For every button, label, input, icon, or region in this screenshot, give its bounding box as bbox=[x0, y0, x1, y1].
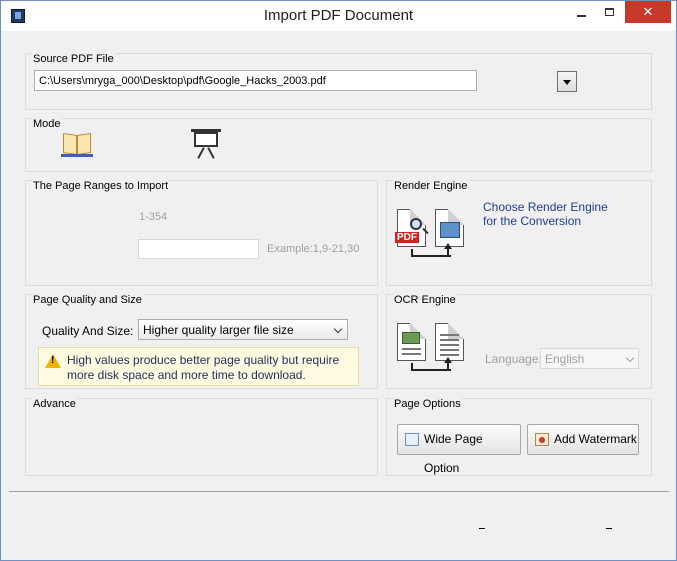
book-icon[interactable] bbox=[61, 132, 93, 158]
footer-mark-right bbox=[606, 528, 612, 529]
pdf-document-icon[interactable]: PDF bbox=[395, 209, 426, 247]
choose-render-engine-link[interactable]: Choose Render Engine for the Conversion bbox=[483, 200, 608, 228]
page-options-title: Page Options bbox=[393, 398, 462, 410]
maximize-button[interactable] bbox=[596, 1, 622, 23]
page-quality-group: Page Quality and Size Quality And Size: … bbox=[25, 294, 378, 389]
ocr-image-document-icon[interactable] bbox=[397, 323, 426, 361]
page-icon bbox=[405, 433, 419, 446]
source-dropdown-button[interactable] bbox=[557, 71, 577, 92]
render-engine-group: Render Engine PDF Choose Render Engine f… bbox=[386, 180, 652, 286]
pdf-tag: PDF bbox=[395, 232, 419, 243]
mode-group: Mode bbox=[25, 118, 652, 172]
warning-text: High values produce better page quality … bbox=[67, 353, 340, 382]
advance-group: Advance bbox=[25, 398, 378, 476]
title-bar[interactable]: Import PDF Document ✕ bbox=[1, 1, 676, 31]
ocr-text-document-icon[interactable] bbox=[435, 323, 464, 361]
footer-mark-left bbox=[479, 528, 485, 529]
source-path-input[interactable] bbox=[34, 70, 477, 91]
quality-select[interactable]: Higher quality larger file size bbox=[138, 319, 348, 340]
quality-label: Quality And Size: bbox=[42, 324, 134, 338]
image-document-icon[interactable] bbox=[435, 209, 464, 247]
footer-divider bbox=[9, 491, 669, 492]
page-options-group: Page Options Wide Page Option Add Waterm… bbox=[386, 398, 652, 476]
source-pdf-group: Source PDF File bbox=[25, 53, 652, 110]
language-select[interactable]: English bbox=[540, 348, 639, 369]
close-icon: ✕ bbox=[642, 4, 654, 19]
add-watermark-button[interactable]: Add Watermark bbox=[527, 424, 639, 455]
ocr-engine-group: OCR Engine Language: English bbox=[386, 294, 652, 389]
warning-box: ! High values produce better page qualit… bbox=[38, 347, 359, 386]
page-range-example: Example:1,9-21,30 bbox=[267, 243, 360, 255]
page-range-total: 1-354 bbox=[139, 211, 168, 223]
import-pdf-window: Import PDF Document ✕ Source PDF File Mo… bbox=[0, 0, 677, 561]
mode-title: Mode bbox=[32, 118, 62, 130]
advance-title: Advance bbox=[32, 398, 77, 410]
easel-icon[interactable] bbox=[191, 129, 221, 161]
maximize-icon bbox=[604, 8, 614, 16]
source-pdf-title: Source PDF File bbox=[32, 53, 115, 65]
page-ranges-group: The Page Ranges to Import 1-354 Example:… bbox=[25, 180, 378, 286]
page-range-input[interactable] bbox=[138, 239, 259, 259]
conversion-arrow-icon bbox=[411, 249, 451, 257]
minimize-icon bbox=[576, 15, 586, 17]
language-label: Language: bbox=[485, 352, 542, 366]
render-engine-title: Render Engine bbox=[393, 180, 469, 192]
page-quality-title: Page Quality and Size bbox=[32, 294, 143, 306]
page-ranges-title: The Page Ranges to Import bbox=[32, 180, 170, 192]
close-button[interactable]: ✕ bbox=[625, 1, 671, 23]
minimize-button[interactable] bbox=[568, 1, 594, 23]
watermark-icon bbox=[535, 433, 549, 446]
ocr-arrow-icon bbox=[411, 363, 451, 371]
ocr-engine-title: OCR Engine bbox=[393, 294, 457, 306]
wide-page-option-button[interactable]: Wide Page Option bbox=[397, 424, 521, 475]
magnifier-icon bbox=[410, 218, 422, 230]
